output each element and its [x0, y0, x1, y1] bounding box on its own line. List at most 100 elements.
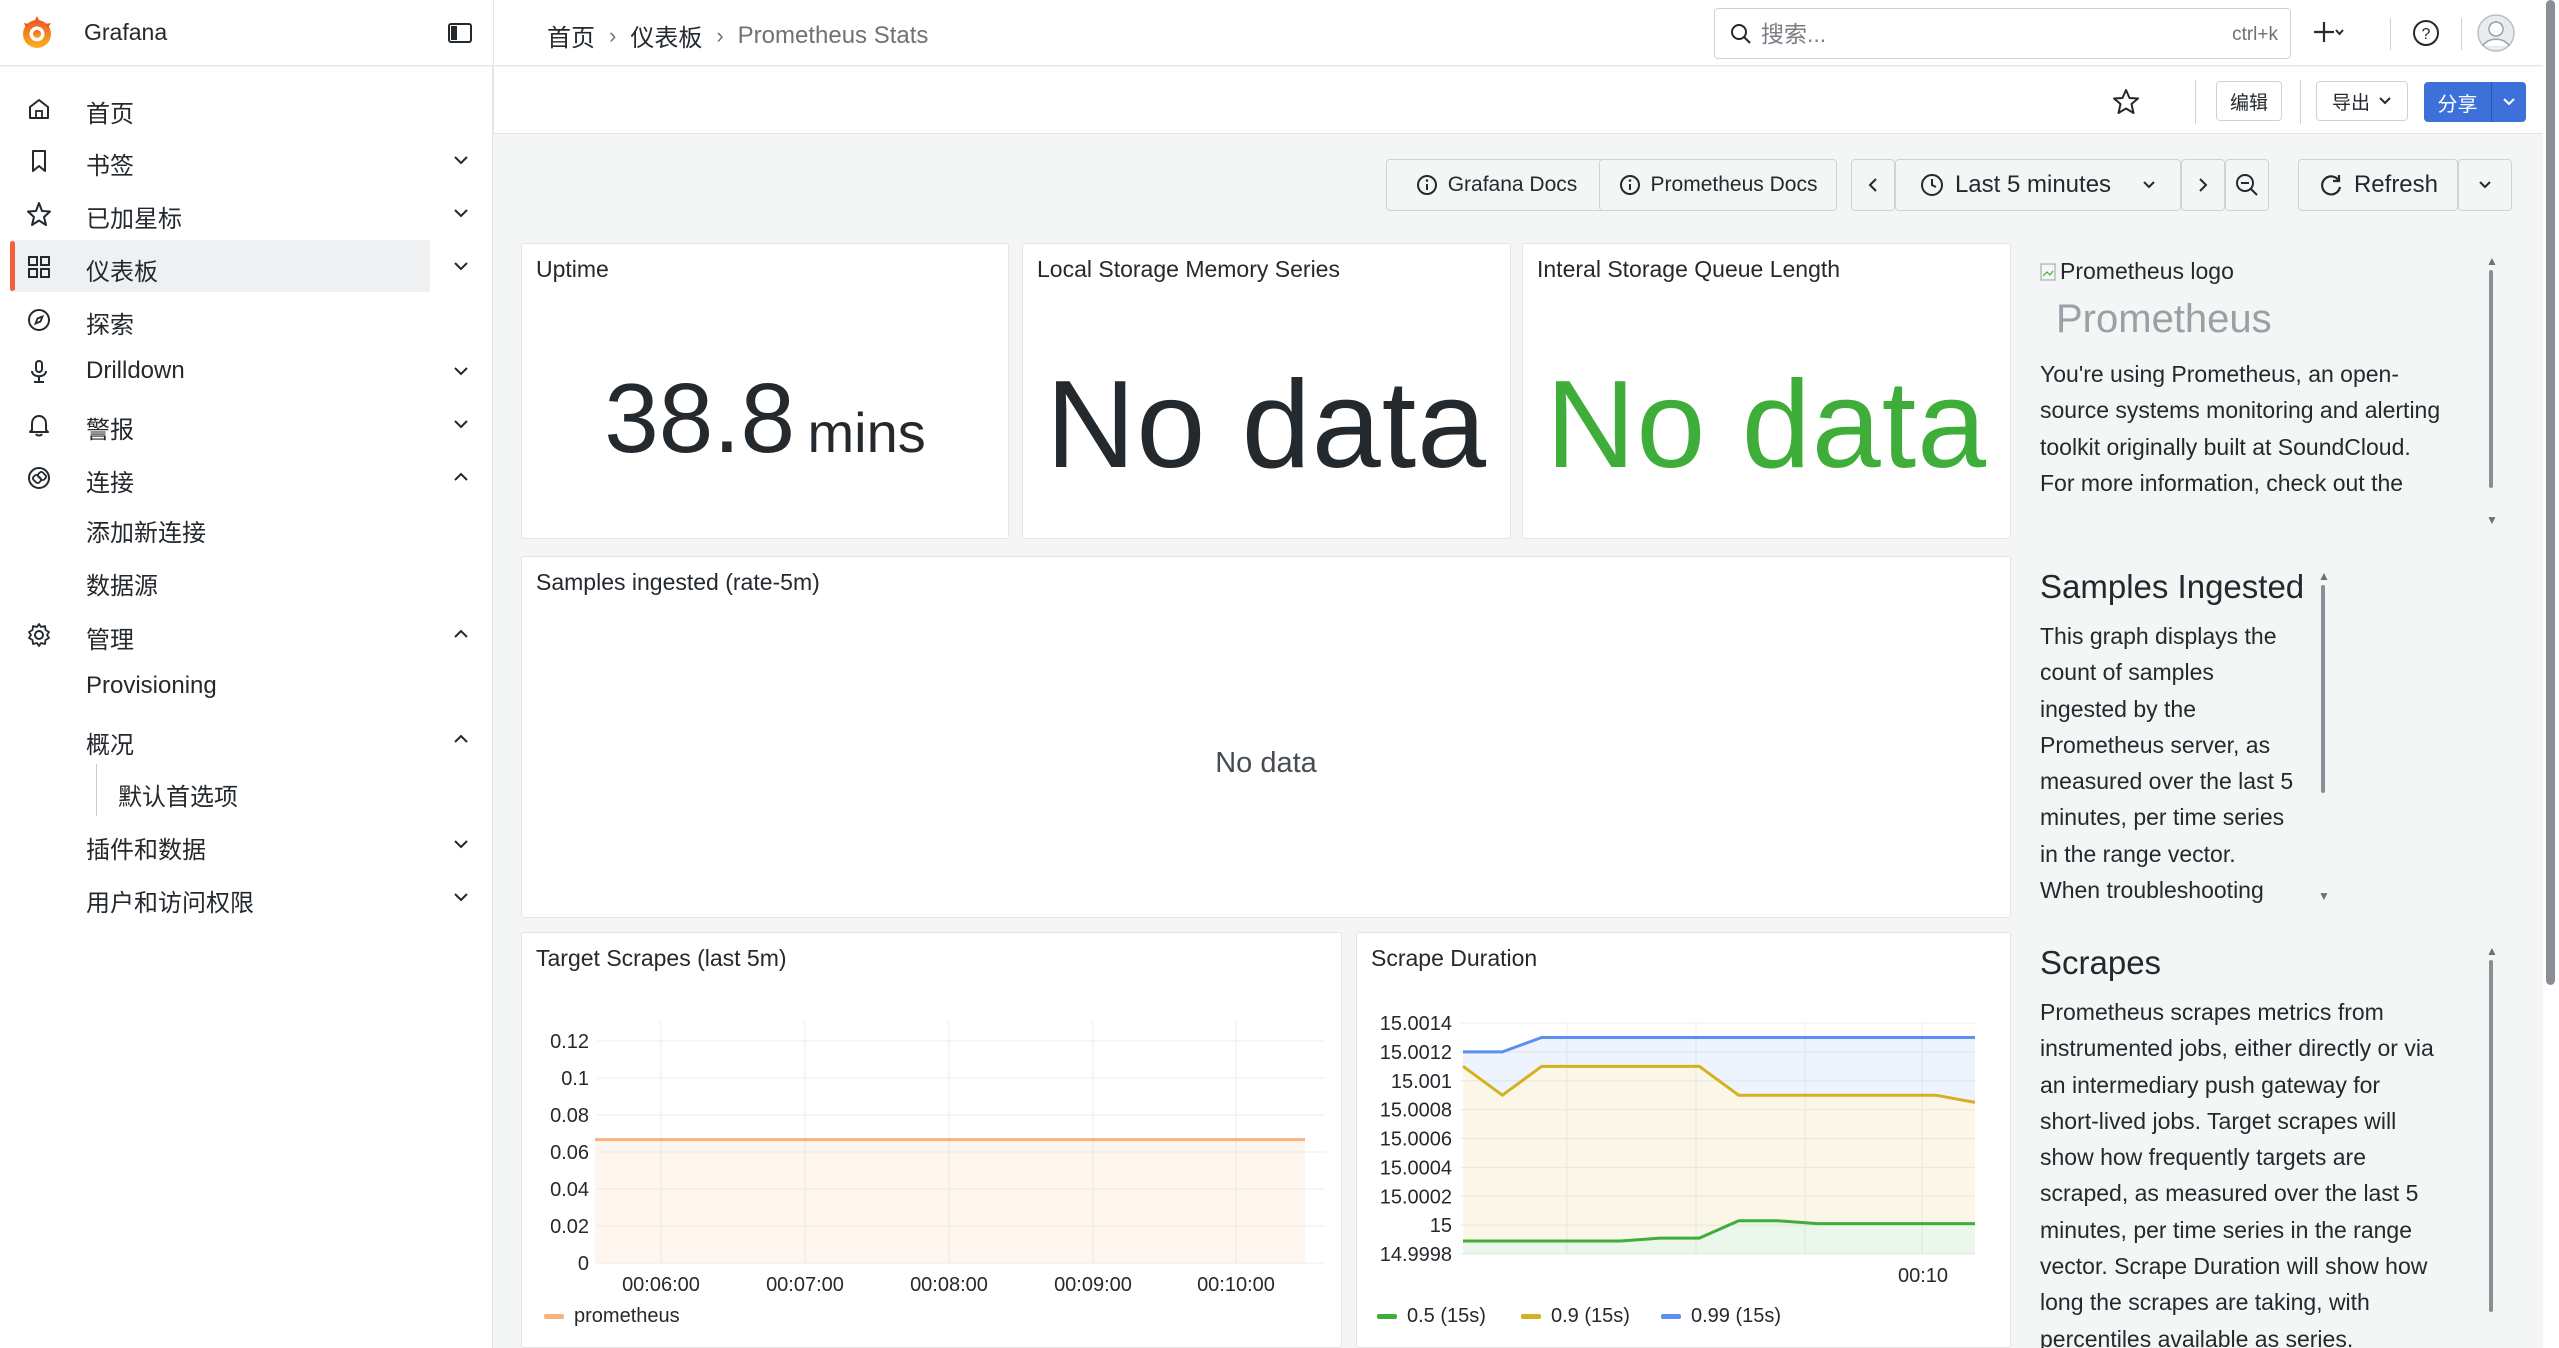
search-input[interactable] — [1761, 17, 2201, 51]
page-scrollbar-thumb[interactable] — [2546, 0, 2555, 985]
sidebar-subitem-add-connection[interactable]: 添加新连接 — [86, 513, 206, 548]
dock-menu-icon[interactable] — [446, 19, 474, 47]
refresh-button[interactable]: Refresh — [2298, 159, 2458, 211]
help-icon[interactable]: ? — [2411, 18, 2441, 48]
top-bar: Grafana 首页 › 仪表板 › Prometheus Stats ctrl… — [0, 0, 2559, 66]
panel-queue-length[interactable]: Interal Storage Queue Length No data — [1522, 243, 2011, 539]
sidebar-item-administration[interactable]: 管理 — [10, 608, 430, 660]
chevron-right-icon — [2199, 178, 2208, 192]
info-icon — [1416, 175, 1437, 195]
refresh-interval-dropdown[interactable] — [2458, 159, 2512, 211]
info-icon — [1619, 175, 1640, 195]
avatar-icon[interactable] — [2477, 14, 2515, 52]
chevron-down-icon[interactable] — [450, 360, 472, 382]
search-box[interactable]: ctrl+k — [1714, 8, 2291, 59]
text-line: You're using Prometheus, an open- — [2040, 361, 2400, 387]
breadcrumb-dashboards[interactable]: 仪表板 — [630, 18, 702, 53]
sidebar-item-drilldown[interactable]: Drilldown — [10, 345, 430, 397]
chevron-up-icon[interactable] — [450, 623, 472, 645]
scrollbar[interactable] — [2489, 270, 2493, 488]
scroll-up-arrow[interactable]: ▲ — [2318, 569, 2330, 583]
export-button[interactable]: 导出 — [2316, 81, 2408, 121]
legend-item[interactable]: 0.9 (15s) — [1521, 1305, 1630, 1328]
sidebar-item-connections[interactable]: 连接 — [10, 451, 430, 503]
sidebar-item-bookmarks[interactable]: 书签 — [10, 134, 430, 186]
text-line: minutes, per time series in the range — [2040, 1216, 2413, 1243]
sidebar-subitem-overview[interactable]: 概况 — [86, 725, 134, 760]
sidebar-item-alerting[interactable]: 警报 — [10, 398, 430, 450]
grafana-logo-icon[interactable] — [18, 14, 56, 52]
text-line: ingested by the — [2040, 695, 2197, 722]
chevron-down-icon[interactable] — [450, 413, 472, 435]
prometheus-docs-link[interactable]: Prometheus Docs — [1599, 159, 1837, 211]
refresh-icon — [2321, 175, 2342, 196]
chevron-down-icon — [2379, 97, 2391, 105]
star-icon[interactable] — [2111, 87, 2141, 117]
y-tick-label: 15.001 — [1391, 1071, 1452, 1093]
broken-image-icon — [2040, 263, 2056, 280]
gear-icon — [28, 623, 50, 647]
stat-no-data: No data — [1545, 356, 1988, 494]
sidebar-item-home[interactable]: 首页 — [10, 82, 430, 134]
panel-local-storage[interactable]: Local Storage Memory Series No data — [1022, 243, 1511, 539]
sidebar-subitem-users-access[interactable]: 用户和访问权限 — [86, 883, 254, 918]
chevron-up-icon[interactable] — [450, 466, 472, 488]
chevron-up-icon[interactable] — [450, 728, 472, 750]
legend-label: 0.9 (15s) — [1551, 1305, 1630, 1327]
scroll-up-arrow[interactable]: ▲ — [2486, 944, 2498, 958]
breadcrumb-home[interactable]: 首页 — [547, 18, 595, 53]
star-icon — [27, 202, 51, 226]
chevron-down-icon[interactable] — [450, 202, 472, 224]
panel-uptime[interactable]: Uptime 38.8 mins — [521, 243, 1009, 539]
text-line: toolkit originally built at SoundCloud. — [2040, 433, 2411, 460]
y-tick-label: 15 — [1430, 1215, 1452, 1237]
sidebar-item-explore[interactable]: 探索 — [10, 293, 430, 345]
edit-button[interactable]: 编辑 — [2216, 81, 2282, 121]
add-icon[interactable] — [2314, 18, 2344, 48]
scroll-down-arrow[interactable]: ▼ — [2318, 889, 2330, 903]
panel-target-scrapes[interactable]: Target Scrapes (last 5m) 0.12 0.1 0.08 0.06… — [521, 932, 1342, 1348]
time-back-button[interactable] — [1851, 159, 1895, 211]
active-indicator — [10, 241, 15, 291]
share-button[interactable]: 分享 — [2424, 82, 2526, 122]
scrollbar[interactable] — [2489, 960, 2493, 1312]
grafana-docs-link[interactable]: Grafana Docs — [1386, 159, 1607, 211]
search-icon — [1731, 24, 1751, 44]
x-tick-label: 00:06:00 — [622, 1274, 700, 1296]
panel-scrape-duration[interactable]: Scrape Duration 15.0014 15.0012 15.001 15.0… — [1356, 932, 2011, 1348]
legend-item[interactable]: 0.5 (15s) — [1377, 1305, 1486, 1328]
legend-swatch — [1521, 1314, 1541, 1319]
sidebar-item-label: 警报 — [86, 417, 134, 444]
chevron-down-icon[interactable] — [450, 255, 472, 277]
svg-text:?: ? — [2422, 26, 2431, 43]
x-tick-label: 00:10:00 — [1197, 1274, 1275, 1296]
scroll-down-arrow[interactable]: ▼ — [2486, 513, 2498, 527]
chevron-down-icon[interactable] — [450, 833, 472, 855]
scroll-up-arrow[interactable]: ▲ — [2486, 254, 2498, 268]
sidebar-subitem-default-preferences[interactable]: 默认首选项 — [118, 777, 238, 812]
bookmark-icon — [32, 150, 46, 172]
panel-samples-ingested[interactable]: Samples ingested (rate-5m) No data — [521, 556, 2011, 918]
sidebar-item-starred[interactable]: 已加星标 — [10, 187, 430, 239]
time-range-picker[interactable]: Last 5 minutes — [1895, 159, 2181, 211]
zoom-out-button[interactable] — [2225, 159, 2269, 211]
legend-item[interactable]: prometheus — [544, 1305, 680, 1328]
sidebar-item-dashboards[interactable]: 仪表板 — [10, 240, 430, 292]
sidebar-subitem-plugins[interactable]: 插件和数据 — [86, 830, 206, 865]
text-line: long the scrapes are taking, with — [2040, 1289, 2370, 1316]
sidebar-subitem-provisioning[interactable]: Provisioning — [86, 672, 217, 700]
text-line: an intermediary push gateway for — [2040, 1071, 2381, 1098]
y-tick-label: 0.04 — [550, 1179, 589, 1201]
time-forward-button[interactable] — [2181, 159, 2225, 211]
text-line: This graph displays the — [2040, 623, 2277, 649]
chevron-down-icon[interactable] — [450, 886, 472, 908]
share-dropdown[interactable] — [2492, 82, 2526, 122]
sidebar-subitem-datasources[interactable]: 数据源 — [86, 566, 158, 601]
chevron-down-icon[interactable] — [450, 149, 472, 171]
stat-unit: mins — [807, 401, 926, 464]
scrollbar[interactable] — [2321, 585, 2325, 793]
x-tick-label: 00:09:00 — [1054, 1274, 1132, 1296]
compass-icon — [28, 309, 50, 331]
panel-title: Uptime — [536, 256, 609, 282]
legend-item[interactable]: 0.99 (15s) — [1661, 1305, 1781, 1328]
